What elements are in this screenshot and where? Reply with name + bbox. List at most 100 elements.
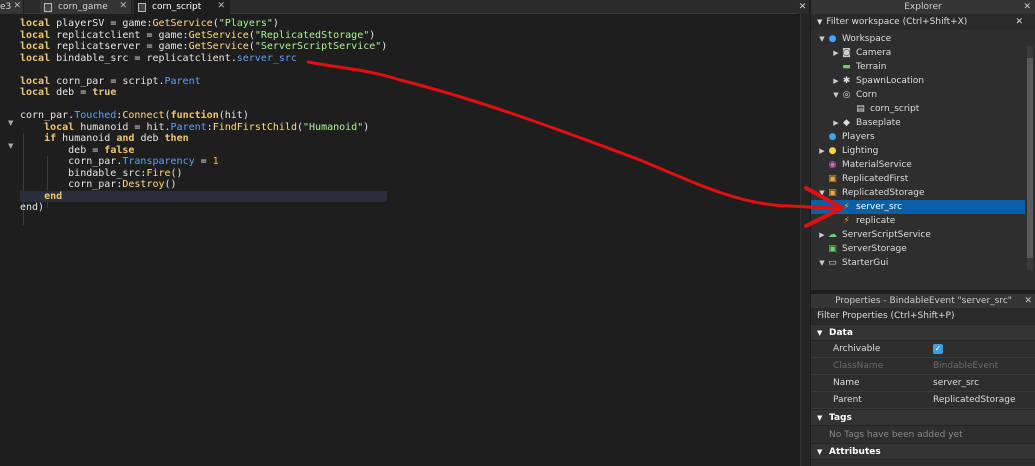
code-token: ): [381, 41, 388, 52]
section-label: Attributes: [829, 446, 881, 457]
section-label: Tags: [829, 412, 852, 423]
fold-arrow-icon[interactable]: ▼: [8, 119, 13, 127]
property-row-parent[interactable]: Parent ReplicatedStorage: [811, 392, 1035, 409]
code-token: Parent: [170, 121, 207, 133]
close-icon[interactable]: ✕: [1015, 17, 1023, 27]
tree-item-replicatedfirst[interactable]: ▣ ReplicatedFirst: [811, 172, 1025, 186]
tree-item-label: MaterialService: [842, 160, 912, 170]
tree-item-corn[interactable]: ▼ ◎ Corn: [811, 88, 1025, 102]
explorer-filter-input[interactable]: Filter workspace (Ctrl+Shift+X): [826, 17, 967, 27]
explorer-scrollbar[interactable]: [1027, 46, 1033, 270]
tab-label: corn_game: [58, 2, 108, 12]
expand-arrow-icon[interactable]: ▶: [817, 147, 827, 155]
tree-item-serverscriptservice[interactable]: ▶ ☁ ServerScriptService: [811, 228, 1025, 242]
section-attributes[interactable]: ▼ Attributes: [811, 443, 1035, 460]
code-line[interactable]: deb = false: [20, 145, 387, 157]
archivable-checkbox[interactable]: ✓: [933, 343, 943, 354]
close-icon[interactable]: ✕: [13, 1, 21, 11]
tab-e3[interactable]: e3 ✕: [0, 0, 24, 14]
close-editor-button[interactable]: ✕: [796, 0, 810, 14]
code-line[interactable]: local corn_par = script.Parent: [20, 76, 387, 88]
expand-arrow-icon[interactable]: ▶: [831, 77, 841, 85]
tree-item-baseplate[interactable]: ▶ ◆ Baseplate: [811, 116, 1025, 130]
tree-item-corn-script[interactable]: ▤ corn_script: [811, 102, 1025, 116]
code-token: bindable_src = replicatclient.: [50, 52, 237, 64]
section-tags[interactable]: ▼ Tags: [811, 409, 1035, 426]
code-line[interactable]: [20, 64, 387, 76]
expand-arrow-icon[interactable]: ▼: [817, 189, 827, 197]
code-line[interactable]: local playerSV = game:GetService("Player…: [20, 18, 387, 30]
close-icon[interactable]: ✕: [217, 1, 225, 11]
expand-arrow-icon[interactable]: ▶: [831, 119, 841, 127]
expand-arrow-icon[interactable]: ▶: [831, 49, 841, 57]
property-row-archivable[interactable]: Archivable ✓: [811, 341, 1035, 358]
explorer-title: Explorer: [904, 2, 942, 12]
tab-corn-script[interactable]: corn_script ✕: [134, 0, 230, 14]
code-token: function: [170, 110, 219, 121]
property-value[interactable]: ReplicatedStorage: [927, 395, 1035, 405]
code-line[interactable]: [20, 99, 387, 111]
tree-item-label: Corn: [856, 90, 878, 100]
tree-item-server-src[interactable]: ⚡ server_src: [811, 200, 1025, 214]
section-data[interactable]: ▼ Data: [811, 324, 1035, 341]
close-icon[interactable]: ✕: [119, 1, 127, 11]
close-icon[interactable]: ✕: [1024, 294, 1032, 308]
tree-item-terrain[interactable]: ▬ Terrain: [811, 60, 1025, 74]
code-token: FindFirstChild: [212, 121, 297, 133]
tree-item-label: corn_script: [870, 104, 920, 114]
tree-item-lighting[interactable]: ▶ ● Lighting: [811, 144, 1025, 158]
tree-item-replicatedstorage[interactable]: ▼ ▣ ReplicatedStorage: [811, 186, 1025, 200]
tree-item-serverstorage[interactable]: ▣ ServerStorage: [811, 242, 1025, 256]
code-line[interactable]: corn_par.Touched:Connect(function(hit): [20, 110, 387, 122]
code-line[interactable]: local bindable_src = replicatclient.serv…: [20, 53, 387, 65]
tree-item-players[interactable]: ● Players: [811, 130, 1025, 144]
close-icon[interactable]: ✕: [1023, 0, 1031, 14]
code-line[interactable]: end: [20, 190, 388, 202]
expand-arrow-icon[interactable]: ▼: [831, 91, 841, 99]
tree-item-label: Workspace: [842, 34, 892, 44]
chevron-down-icon: ▼: [817, 328, 823, 337]
expand-arrow-icon[interactable]: ▼: [817, 35, 827, 43]
code-token: humanoid = hit.: [74, 121, 171, 133]
code-token: local: [44, 121, 75, 133]
code-token: Transparency: [122, 156, 195, 167]
tree-item-startergui[interactable]: ▼ ▭ StarterGui: [811, 256, 1025, 270]
tab-label: corn_script: [152, 2, 202, 12]
chevron-down-icon[interactable]: ▼: [817, 18, 822, 26]
expand-arrow-icon[interactable]: ▶: [817, 231, 827, 239]
scrollbar-thumb[interactable]: [1027, 58, 1033, 258]
code-line[interactable]: local replicatserver = game:GetService("…: [20, 41, 387, 53]
code-line[interactable]: if humanoid and deb then: [20, 133, 387, 145]
tree-item-replicate[interactable]: ⚡ replicate: [811, 214, 1025, 228]
replicatedstorage-icon: ▣: [828, 188, 837, 198]
code-line[interactable]: end): [20, 202, 387, 214]
tree-item-spawnlocation[interactable]: ▶ ✱ SpawnLocation: [811, 74, 1025, 88]
properties-filter[interactable]: Filter Properties (Ctrl+Shift+P): [811, 308, 1035, 324]
code-token: bindable_src:: [20, 167, 147, 179]
explorer-header: Explorer ✕: [811, 0, 1035, 14]
tab-label: e3: [0, 2, 12, 12]
editor-scrollbar[interactable]: [800, 14, 810, 466]
expand-arrow-icon[interactable]: ▼: [817, 259, 827, 267]
property-row-name[interactable]: Name server_src: [811, 375, 1035, 392]
code-line[interactable]: corn_par:Destroy(): [20, 179, 387, 191]
tree-item-materialservice[interactable]: ◉ MaterialService: [811, 158, 1025, 172]
tree-item-workspace[interactable]: ▼ ● Workspace: [811, 32, 1025, 46]
explorer-filter[interactable]: ▼ Filter workspace (Ctrl+Shift+X) ✕: [811, 14, 1035, 30]
code-line[interactable]: local humanoid = hit.Parent:FindFirstChi…: [20, 122, 387, 134]
tab-corn-game[interactable]: corn_game ✕: [40, 0, 132, 14]
code-line[interactable]: local deb = true: [20, 87, 387, 99]
tree-item-label: replicate: [856, 216, 896, 226]
code-text[interactable]: local playerSV = game:GetService("Player…: [20, 18, 388, 214]
code-line[interactable]: corn_par.Transparency = 1: [20, 156, 387, 168]
fold-arrow-icon[interactable]: ▼: [8, 142, 13, 150]
tree-item-camera[interactable]: ▶ ◙ Camera: [811, 46, 1025, 60]
property-value[interactable]: ✓: [927, 343, 1035, 355]
tree-item-label: Camera: [856, 48, 892, 58]
script-editor[interactable]: ▼ ▼ local playerSV = game:GetService("Pl…: [0, 14, 810, 466]
properties-filter-input[interactable]: Filter Properties (Ctrl+Shift+P): [817, 311, 955, 321]
code-line[interactable]: local replicatclient = game:GetService("…: [20, 30, 387, 42]
property-value[interactable]: server_src: [927, 378, 1035, 388]
code-line[interactable]: bindable_src:Fire(): [20, 168, 387, 180]
